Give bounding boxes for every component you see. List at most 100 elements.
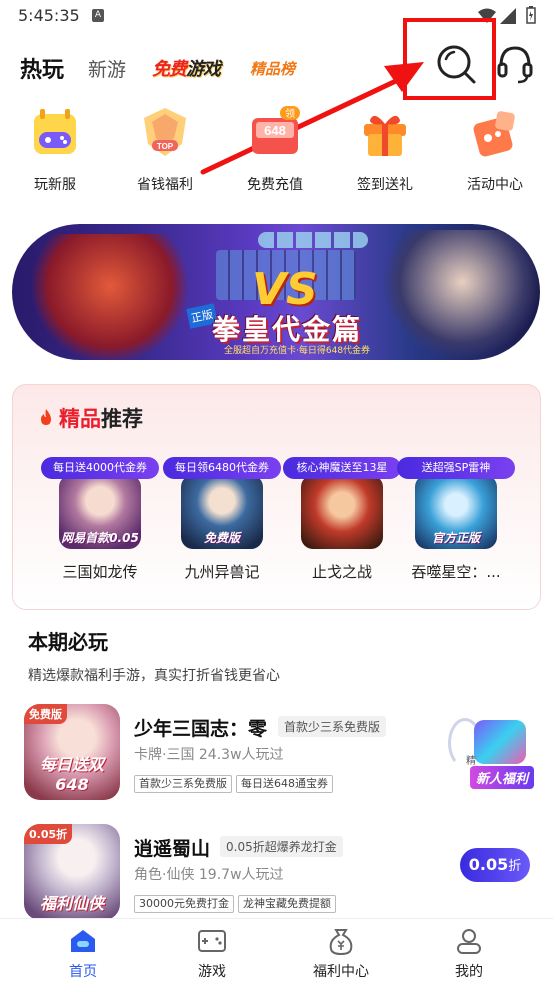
featured-game-card[interactable]: 每日领6480代金券 免费版 九州异兽记 bbox=[163, 457, 281, 597]
game-title: 逍遥蜀山 bbox=[134, 838, 211, 860]
headset-icon[interactable] bbox=[496, 42, 534, 86]
must-play-header: 本期必玩 精选爆款福利手游，真实打折省钱更省心 bbox=[28, 626, 280, 685]
tab-label: 首页 bbox=[69, 964, 97, 980]
svg-text:TOP: TOP bbox=[157, 142, 174, 151]
game-badge: 送超强SP雷神 bbox=[397, 457, 515, 479]
quick-entries: 玩新服 TOP 省钱福利 648 领 免费充值 签到送礼 活动中心 bbox=[0, 104, 553, 194]
banner-title: 拳皇代金篇 bbox=[212, 313, 363, 346]
thumbnail-caption: 福利仙侠 bbox=[39, 894, 104, 913]
thumbnail-corner-label: 免费版 bbox=[24, 704, 67, 724]
game-badge: 每日领6480代金券 bbox=[163, 457, 281, 479]
recharge-badge: 领 bbox=[285, 107, 295, 120]
newbie-welfare-badge[interactable]: 精 新人福利 bbox=[448, 714, 538, 790]
tab-free-games[interactable]: 免费游戏 bbox=[152, 55, 221, 81]
game-name: 九州异兽记 bbox=[184, 563, 260, 581]
game-icon-caption: 网易首款0.05 bbox=[61, 531, 139, 545]
game-list-item[interactable]: 0.05折 福利仙侠 逍遥蜀山 0.05折超爆养龙打金 角色·仙侠 19.7w人… bbox=[24, 824, 529, 924]
game-tag: 龙神宝藏免费提额 bbox=[238, 895, 336, 913]
game-hint: 0.05折超爆养龙打金 bbox=[220, 836, 343, 857]
quick-entry-label: 签到送礼 bbox=[357, 177, 413, 193]
battery-icon bbox=[526, 6, 536, 24]
banner-subtitle: 全服超自万充值卡·每日得648代金券 bbox=[224, 346, 371, 356]
top-nav: 热玩 新游 免费游戏 精品榜 bbox=[0, 18, 553, 100]
tab-label: 福利中心 bbox=[313, 964, 369, 980]
game-badge: 核心神魔送至13星 bbox=[283, 457, 401, 479]
game-icon-caption: 官方正版 bbox=[431, 531, 480, 545]
notification-badge: A bbox=[92, 9, 104, 22]
featured-section: 精品推荐 每日送4000代金券 网易首款0.05 三国如龙传 每日领6480代金… bbox=[12, 384, 541, 610]
game-tag: 每日送648通宝券 bbox=[236, 775, 333, 793]
game-icon: 网易首款0.05 bbox=[59, 475, 141, 549]
game-tag: 首款少三系免费版 bbox=[134, 775, 232, 793]
promo-small-text: 精 bbox=[466, 756, 476, 767]
home-icon bbox=[71, 930, 95, 952]
thumbnail-corner-label: 0.05折 bbox=[24, 824, 73, 844]
gift-box-icon bbox=[364, 115, 406, 156]
featured-title: 精品推荐 bbox=[59, 403, 143, 433]
quick-entry-label: 免费充值 bbox=[247, 177, 303, 193]
tab-games[interactable]: 游戏 bbox=[143, 919, 281, 984]
svg-text:648: 648 bbox=[264, 123, 286, 138]
gamepad-icon bbox=[198, 930, 226, 952]
quick-entry-free-recharge[interactable]: 648 领 免费充值 bbox=[225, 104, 325, 194]
search-icon[interactable] bbox=[434, 42, 478, 86]
must-play-description: 精选爆款福利手游，真实打折省钱更省心 bbox=[28, 668, 280, 684]
gift-icon bbox=[474, 720, 526, 764]
must-play-title: 本期必玩 bbox=[28, 630, 108, 654]
banner-character-right bbox=[382, 230, 540, 360]
quick-entry-savings[interactable]: TOP 省钱福利 bbox=[115, 104, 215, 194]
game-icon: 免费版 bbox=[181, 475, 263, 549]
game-icon-caption: 免费版 bbox=[203, 531, 240, 545]
signal-icon bbox=[500, 8, 516, 24]
banner-button-row bbox=[258, 232, 368, 248]
thumbnail-caption: 每日送双648 bbox=[39, 755, 104, 794]
bottom-tab-bar: 首页 游戏 福利中心 我的 bbox=[0, 918, 553, 984]
game-tags: 30000元免费打金 龙神宝藏免费提额 bbox=[134, 892, 340, 913]
tab-hot[interactable]: 热玩 bbox=[20, 52, 64, 84]
status-time: 5:45:35 bbox=[18, 6, 80, 25]
game-tag: 30000元免费打金 bbox=[134, 895, 234, 913]
tab-new-games[interactable]: 新游 bbox=[88, 55, 126, 82]
game-tags: 首款少三系免费版 每日送648通宝券 bbox=[134, 772, 337, 793]
promo-label: 新人福利 bbox=[470, 766, 535, 789]
banner-character-left bbox=[30, 234, 190, 360]
quick-entry-new-server[interactable]: 玩新服 bbox=[5, 104, 105, 194]
tab-label: 我的 bbox=[455, 964, 483, 980]
quick-entry-checkin[interactable]: 签到送礼 bbox=[335, 104, 435, 194]
featured-title-rest: 推荐 bbox=[101, 407, 143, 431]
featured-game-card[interactable]: 送超强SP雷神 官方正版 吞噬星空：... bbox=[397, 457, 515, 597]
tab-ranking[interactable]: 精品榜 bbox=[250, 58, 295, 79]
game-thumbnail: 免费版 每日送双648 bbox=[24, 704, 120, 800]
discount-button[interactable]: 0.05折 bbox=[460, 848, 530, 882]
featured-game-card[interactable]: 每日送4000代金券 网易首款0.05 三国如龙传 bbox=[41, 457, 159, 597]
game-thumbnail: 0.05折 福利仙侠 bbox=[24, 824, 120, 920]
user-icon bbox=[457, 929, 481, 954]
quick-entry-label: 活动中心 bbox=[467, 177, 523, 193]
top-medal-icon: TOP bbox=[144, 108, 186, 156]
activity-icon bbox=[473, 111, 515, 157]
gamepad-calendar-icon bbox=[34, 109, 76, 154]
game-hint: 首款少三系免费版 bbox=[278, 716, 387, 737]
tab-home[interactable]: 首页 bbox=[14, 919, 152, 984]
game-name: 止戈之战 bbox=[311, 563, 372, 581]
money-bag-icon bbox=[329, 929, 353, 955]
tab-free-part1: 免费 bbox=[152, 59, 187, 80]
flame-icon bbox=[41, 409, 51, 425]
tab-me[interactable]: 我的 bbox=[400, 919, 538, 984]
quick-entry-label: 玩新服 bbox=[34, 177, 76, 193]
discount-unit: 折 bbox=[508, 859, 522, 874]
promo-banner[interactable]: VS 正版 拳皇代金篇 全服超自万充值卡·每日得648代金券 bbox=[12, 224, 540, 360]
game-meta: 卡牌·三国 24.3w人玩过 bbox=[134, 747, 284, 763]
game-name: 吞噬星空：... bbox=[411, 563, 501, 581]
game-icon: 官方正版 bbox=[415, 475, 497, 549]
featured-game-card[interactable]: 核心神魔送至13星 止戈之战 bbox=[283, 457, 401, 597]
game-name: 三国如龙传 bbox=[62, 563, 138, 581]
quick-entry-label: 省钱福利 bbox=[137, 177, 193, 193]
game-title: 少年三国志：零 bbox=[134, 718, 268, 740]
game-icon bbox=[301, 475, 383, 549]
tab-free-part2: 游戏 bbox=[186, 59, 221, 80]
quick-entry-activity-center[interactable]: 活动中心 bbox=[445, 104, 545, 194]
discount-value: 0.05 bbox=[468, 855, 509, 874]
game-meta: 角色·仙侠 19.7w人玩过 bbox=[134, 867, 284, 883]
tab-welfare-center[interactable]: 福利中心 bbox=[272, 919, 410, 984]
